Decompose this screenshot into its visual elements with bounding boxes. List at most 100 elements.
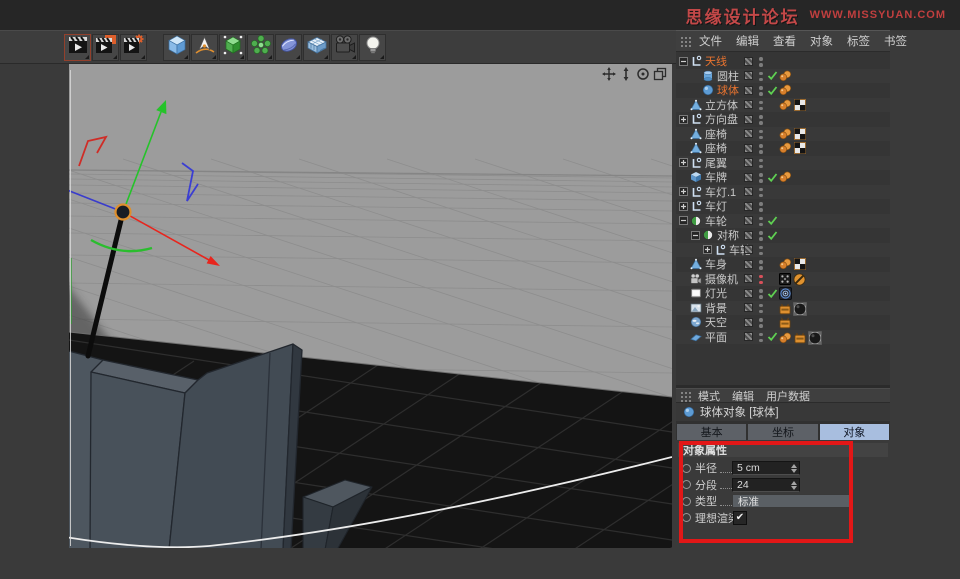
attribute-manager-menu-1[interactable]: 编辑 bbox=[726, 388, 760, 404]
visibility-dots[interactable] bbox=[759, 86, 763, 96]
expand-plus-icon[interactable] bbox=[703, 245, 712, 254]
expand-plus-icon[interactable] bbox=[679, 187, 688, 196]
visibility-dots[interactable] bbox=[759, 130, 763, 140]
keyframe-circle-icon[interactable] bbox=[682, 480, 691, 489]
visibility-dots[interactable] bbox=[759, 173, 763, 183]
enabled-check-icon[interactable] bbox=[767, 230, 778, 241]
expand-plus-icon[interactable] bbox=[679, 115, 688, 124]
tree-item-天空[interactable]: 天空 bbox=[676, 315, 890, 330]
texture-ball-tag-icon[interactable] bbox=[808, 331, 822, 348]
visibility-dots[interactable] bbox=[759, 318, 763, 328]
tree-item-背景[interactable]: 背景 bbox=[676, 301, 890, 316]
generator-cube-button[interactable] bbox=[219, 34, 246, 61]
object-manager-menu-1[interactable]: 编辑 bbox=[729, 33, 766, 49]
object-manager-menu-5[interactable]: 书签 bbox=[877, 33, 914, 49]
layer-chip[interactable] bbox=[744, 274, 753, 283]
keyframe-circle-icon[interactable] bbox=[682, 513, 691, 522]
enabled-check-icon[interactable] bbox=[767, 85, 778, 96]
tree-item-车灯.1[interactable]: 车灯.1 bbox=[676, 185, 890, 200]
visibility-dots[interactable] bbox=[759, 260, 763, 270]
visibility-dots[interactable] bbox=[759, 246, 763, 256]
dolly-view-icon[interactable] bbox=[619, 67, 633, 81]
tree-item-尾翼[interactable]: 尾翼 bbox=[676, 156, 890, 171]
layer-chip[interactable] bbox=[744, 173, 753, 182]
value-input[interactable]: 5 cm bbox=[732, 461, 800, 475]
tree-item-方向盘[interactable]: 方向盘 bbox=[676, 112, 890, 127]
tree-item-车身[interactable]: 车身 bbox=[676, 257, 890, 272]
visibility-dots[interactable] bbox=[759, 304, 763, 314]
tab-对象[interactable]: 对象 bbox=[820, 424, 889, 440]
layer-chip[interactable] bbox=[744, 260, 753, 269]
tree-item-座椅[interactable]: 座椅 bbox=[676, 141, 890, 156]
enabled-check-icon[interactable] bbox=[767, 331, 778, 342]
visibility-dots[interactable] bbox=[759, 159, 763, 169]
panel-grip-icon[interactable] bbox=[680, 35, 691, 47]
panel-grip-icon[interactable] bbox=[680, 390, 691, 402]
tree-item-立方体[interactable]: 立方体 bbox=[676, 98, 890, 113]
tree-item-车轮[interactable]: 车轮 bbox=[676, 243, 890, 258]
type-dropdown[interactable]: 标准 bbox=[732, 494, 854, 508]
tree-item-圆柱[interactable]: 圆柱 bbox=[676, 69, 890, 84]
attribute-manager-menu-0[interactable]: 模式 bbox=[692, 388, 726, 404]
visibility-dots[interactable] bbox=[759, 57, 763, 67]
spline-pen-button[interactable] bbox=[191, 34, 218, 61]
layer-chip[interactable] bbox=[744, 216, 753, 225]
tree-item-灯光[interactable]: 灯光 bbox=[676, 286, 890, 301]
layer-chip[interactable] bbox=[744, 187, 753, 196]
layer-chip[interactable] bbox=[744, 86, 753, 95]
spinner-icon[interactable] bbox=[791, 481, 797, 490]
visibility-dots[interactable] bbox=[759, 72, 763, 82]
expand-plus-icon[interactable] bbox=[679, 202, 688, 211]
tree-item-座椅[interactable]: 座椅 bbox=[676, 127, 890, 142]
visibility-dots[interactable] bbox=[759, 333, 763, 343]
tree-item-摄像机[interactable]: 摄像机 bbox=[676, 272, 890, 287]
attribute-manager-menu-2[interactable]: 用户数据 bbox=[760, 388, 816, 404]
layer-chip[interactable] bbox=[744, 144, 753, 153]
environment-floor-button[interactable] bbox=[303, 34, 330, 61]
tree-item-天线[interactable]: 天线 bbox=[676, 54, 890, 69]
tree-item-车灯[interactable]: 车灯 bbox=[676, 199, 890, 214]
object-manager-menu-3[interactable]: 对象 bbox=[803, 33, 840, 49]
layer-chip[interactable] bbox=[744, 332, 753, 341]
layer-chip[interactable] bbox=[744, 57, 753, 66]
visibility-dots[interactable] bbox=[759, 144, 763, 154]
layer-chip[interactable] bbox=[744, 100, 753, 109]
layer-chip[interactable] bbox=[744, 289, 753, 298]
tree-item-平面[interactable]: 平面 bbox=[676, 330, 890, 345]
layer-chip[interactable] bbox=[744, 158, 753, 167]
visibility-dots[interactable] bbox=[759, 115, 763, 125]
deformer-shell-button[interactable] bbox=[275, 34, 302, 61]
enabled-check-icon[interactable] bbox=[767, 172, 778, 183]
visibility-dots[interactable] bbox=[759, 188, 763, 198]
render-view-button[interactable] bbox=[64, 34, 91, 61]
layer-chip[interactable] bbox=[744, 303, 753, 312]
tab-基本[interactable]: 基本 bbox=[677, 424, 746, 440]
tree-item-对称[interactable]: 对称 bbox=[676, 228, 890, 243]
spinner-icon[interactable] bbox=[791, 464, 797, 473]
layer-chip[interactable] bbox=[744, 245, 753, 254]
tree-item-球体[interactable]: 球体 bbox=[676, 83, 890, 98]
checkbox[interactable]: ✔ bbox=[733, 511, 747, 525]
object-manager-menu-2[interactable]: 查看 bbox=[766, 33, 803, 49]
keyframe-circle-icon[interactable] bbox=[682, 464, 691, 473]
phong-tag-icon[interactable] bbox=[779, 332, 792, 347]
modeling-array-button[interactable] bbox=[247, 34, 274, 61]
enabled-check-icon[interactable] bbox=[767, 288, 778, 299]
expand-plus-icon[interactable] bbox=[679, 158, 688, 167]
visibility-dots[interactable] bbox=[759, 231, 763, 241]
layer-chip[interactable] bbox=[744, 129, 753, 138]
scene-light-button[interactable] bbox=[359, 34, 386, 61]
enabled-check-icon[interactable] bbox=[767, 215, 778, 226]
visibility-dots[interactable] bbox=[759, 217, 763, 227]
3d-viewport[interactable] bbox=[69, 64, 672, 548]
expand-minus-icon[interactable] bbox=[691, 231, 700, 240]
visibility-dots[interactable] bbox=[759, 202, 763, 212]
layer-chip[interactable] bbox=[744, 231, 753, 240]
layer-chip[interactable] bbox=[744, 71, 753, 80]
layer-chip[interactable] bbox=[744, 202, 753, 211]
expand-minus-icon[interactable] bbox=[679, 57, 688, 66]
visibility-dots[interactable] bbox=[759, 101, 763, 111]
enabled-check-icon[interactable] bbox=[767, 70, 778, 81]
value-input[interactable]: 24 bbox=[732, 478, 800, 492]
expand-minus-icon[interactable] bbox=[679, 216, 688, 225]
